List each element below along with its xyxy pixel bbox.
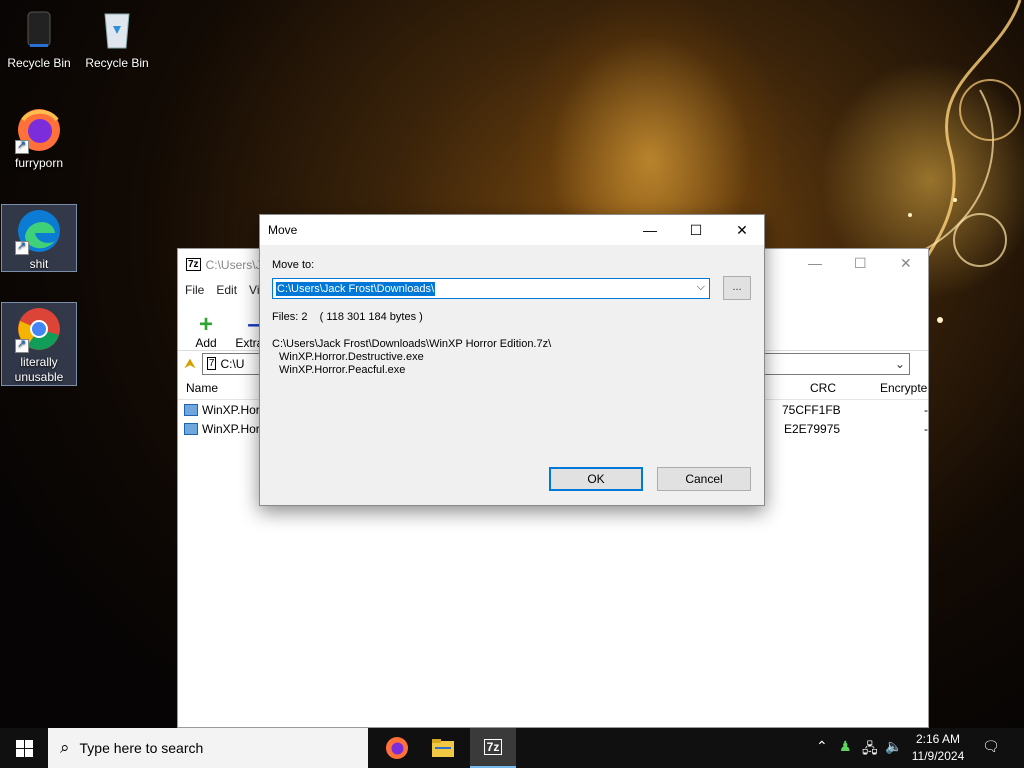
taskbar-file-explorer[interactable] (420, 728, 466, 768)
chevron-up-icon[interactable]: ⌃ (816, 738, 828, 755)
folder-up-icon[interactable]: ⮝ (184, 355, 196, 372)
desktop-icon-literally-unusable[interactable]: literally unusable (1, 302, 77, 386)
dialog-title: Move (268, 223, 298, 237)
maximize-icon[interactable]: ☐ (673, 215, 719, 245)
desktop-icon-label: literally unusable (14, 355, 64, 384)
firefox-icon (386, 737, 408, 759)
dialog-titlebar[interactable]: Move — ☐ ✕ (260, 215, 764, 245)
browse-button[interactable]: ... (723, 276, 751, 300)
clock-time: 2:16 AM (915, 732, 961, 746)
shortcut-arrow-icon (15, 138, 29, 154)
column-encrypted[interactable]: Encrypte (880, 381, 927, 395)
cancel-button[interactable]: Cancel (657, 467, 751, 491)
edge-icon (15, 207, 63, 255)
file-encrypted: - (924, 402, 928, 417)
taskbar-firefox[interactable] (374, 728, 420, 768)
ok-button[interactable]: OK (549, 467, 643, 491)
add-button[interactable]: + Add (186, 311, 226, 351)
7zip-logo-icon: 7z (483, 739, 503, 755)
notification-icon[interactable]: 🗨 (982, 738, 1000, 755)
recycle-bin-icon (93, 6, 141, 54)
start-button[interactable] (0, 728, 48, 768)
7zip-title: C:\Users\J (205, 257, 262, 272)
shortcut-arrow-icon (15, 239, 29, 255)
windows-logo-icon (15, 739, 33, 757)
file-icon (184, 422, 198, 435)
desktop-icon-label: Recycle Bin (85, 56, 149, 70)
menu-file[interactable]: File (185, 283, 204, 297)
minimize-icon[interactable]: — (627, 215, 673, 245)
desktop-icon-recycle-bin-2[interactable]: Recycle Bin (79, 4, 155, 76)
desktop-icon-label: furryporn (14, 156, 64, 170)
files-info: Files: 2 ( 118 301 184 bytes ) (272, 311, 423, 323)
column-name[interactable]: Name (186, 381, 218, 395)
menu-edit[interactable]: Edit (216, 283, 237, 297)
desktop-icon-label: shit (29, 257, 49, 271)
file-list-item: WinXP.Horror.Destructive.exe (279, 351, 424, 363)
close-icon[interactable]: ✕ (900, 255, 912, 272)
plus-icon: + (198, 311, 213, 338)
desktop-icon-furryporn[interactable]: furryporn (1, 104, 77, 176)
file-list-item: WinXP.Horror.Peacful.exe (279, 364, 406, 376)
maximize-icon[interactable]: ☐ (854, 255, 867, 272)
move-to-label: Move to: (272, 259, 315, 271)
chrome-icon (15, 305, 63, 353)
column-crc[interactable]: CRC (810, 381, 836, 395)
file-encrypted: - (924, 421, 928, 436)
file-crc: 75CFF1FB (782, 402, 841, 417)
shortcut-arrow-icon (15, 337, 29, 353)
volume-icon[interactable]: 🔈 (885, 738, 902, 755)
desktop-icon-label: Recycle Bin (7, 56, 71, 70)
taskbar: ⌕ Type here to search 7z ⌃ ♟ 🖧 🔈 2:16 AM… (0, 728, 1024, 768)
destination-path[interactable]: C:\Users\Jack Frost\Downloads\ (276, 282, 436, 296)
chevron-down-icon[interactable]: ⌵ (697, 281, 705, 294)
move-dialog[interactable]: Move — ☐ ✕ Move to: C:\Users\Jack Frost\… (259, 214, 765, 506)
file-name: WinXP.Hor (202, 402, 260, 417)
recycle-bin-icon (15, 6, 63, 54)
search-placeholder: Type here to search (79, 740, 204, 756)
file-icon (184, 403, 198, 416)
7zip-logo-icon: 7z (186, 258, 201, 271)
desktop-icon-shit[interactable]: shit (1, 204, 77, 272)
source-path: C:\Users\Jack Frost\Downloads\WinXP Horr… (272, 338, 552, 350)
archive-icon: 7 (206, 357, 217, 370)
file-crc: E2E79975 (784, 421, 841, 436)
taskbar-search-box[interactable]: ⌕ Type here to search (48, 728, 368, 768)
folder-icon (432, 739, 454, 757)
destination-combobox[interactable]: C:\Users\Jack Frost\Downloads\ ⌵ (272, 278, 710, 299)
close-icon[interactable]: ✕ (719, 215, 765, 245)
clock-date: 11/9/2024 (911, 749, 965, 763)
desktop-icon-recycle-bin-1[interactable]: Recycle Bin (1, 4, 77, 76)
network-icon[interactable]: 🖧 (862, 738, 878, 762)
search-icon: ⌕ (60, 738, 70, 757)
firefox-icon (15, 106, 63, 154)
minimize-icon[interactable]: — (808, 255, 822, 271)
file-name: WinXP.Hor (202, 421, 260, 436)
taskbar-clock[interactable]: 2:16 AM 11/9/2024 (906, 731, 970, 765)
user-icon[interactable]: ♟ (839, 738, 852, 755)
chevron-down-icon[interactable]: ⌄ (895, 357, 905, 371)
menu-view[interactable]: Vi (249, 283, 259, 297)
taskbar-7zip[interactable]: 7z (470, 728, 516, 768)
